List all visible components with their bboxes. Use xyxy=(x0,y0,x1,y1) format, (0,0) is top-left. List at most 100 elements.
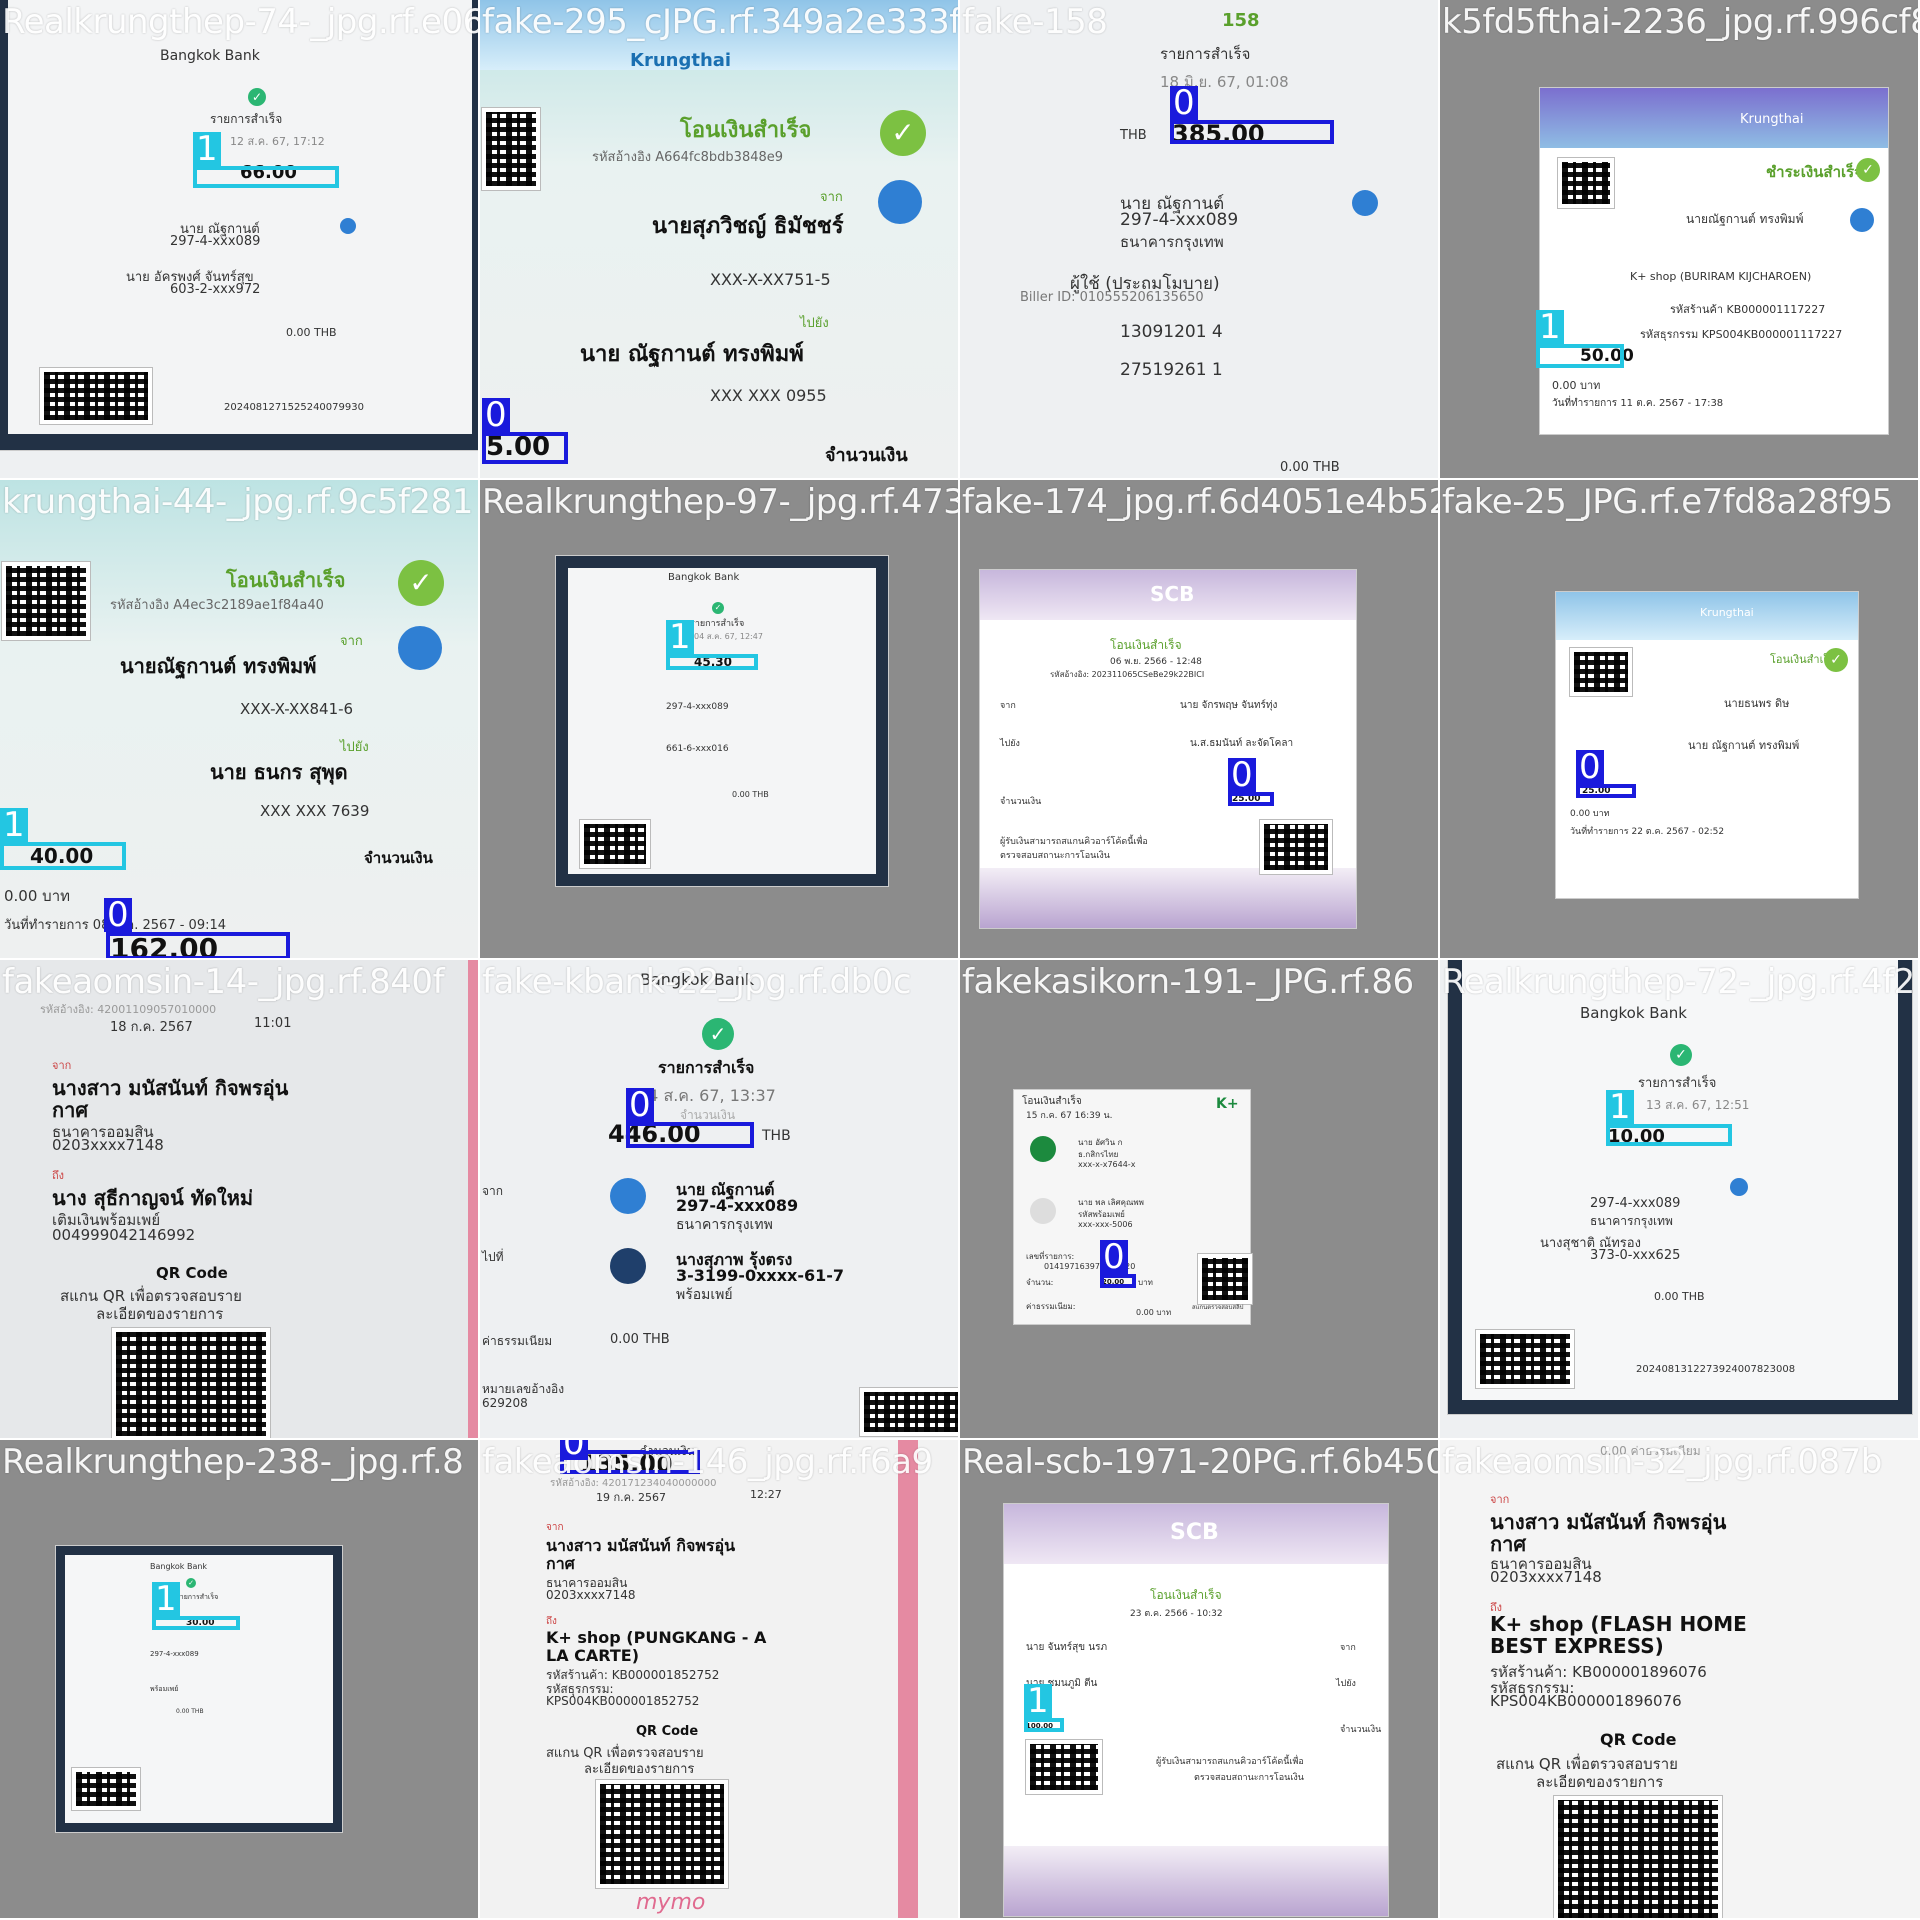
from-account: 0203xxxx7148 xyxy=(1490,1568,1602,1586)
fee-text: 0.00 THB xyxy=(732,790,769,799)
fee-text: 0.00 บาท xyxy=(4,887,70,905)
amount-unit: THB xyxy=(762,1128,791,1144)
to-label: ถึง xyxy=(546,1616,557,1627)
bank-icon xyxy=(610,1178,646,1214)
from-account: 297-4-xxx089 xyxy=(666,702,729,712)
from-account: 297-4-xxx089 xyxy=(676,1196,799,1215)
from-account: XXX-X-XX841-6 xyxy=(240,700,354,718)
detection-label-2: 0 xyxy=(104,898,132,932)
fee-label: ค่าธรรมเนียม: xyxy=(1026,1302,1076,1311)
check-icon: ✓ xyxy=(1824,648,1848,672)
detection-label: 1 xyxy=(193,132,221,166)
date-text: 04 ส.ค. 67, 12:47 xyxy=(694,632,763,641)
bank-name: Bangkok Bank xyxy=(1580,1004,1687,1022)
qr-code xyxy=(481,107,541,191)
ref-text: รหัสอ้างอิง A4ec3c2189ae1f84a40 xyxy=(110,598,324,613)
tile-12: Bangkok Bank ✓ รายการสำเร็จ 13 ส.ค. 67, … xyxy=(1440,960,1920,1440)
date-text: 23 ต.ค. 2566 - 10:32 xyxy=(1130,1609,1223,1619)
amount-unit: THB xyxy=(1120,128,1147,143)
ref-text: รหัสอ้างอิง: 202311065CSeBe29k22BICI xyxy=(1050,670,1205,679)
biller-id: Biller ID: 010555206135650 xyxy=(1020,290,1204,305)
tile-filename: Realkrungthep-74-_jpg.rf.e06 xyxy=(2,2,480,42)
detection-label: 0 xyxy=(482,398,510,432)
date-text: 13 ส.ค. 67, 12:51 xyxy=(1646,1098,1750,1112)
bank-name: Bangkok Bank xyxy=(668,572,740,583)
detection-label: 1 xyxy=(1606,1090,1634,1124)
bank-icon xyxy=(1352,190,1378,216)
to-account: 603-2-xxx972 xyxy=(170,282,261,297)
qr-code xyxy=(1569,647,1633,697)
fee-text: 0.00 บาท xyxy=(1570,809,1610,819)
detection-box xyxy=(482,432,568,464)
detection-label: 1 xyxy=(666,620,694,654)
to-label: ไปยัง xyxy=(1336,1679,1356,1689)
check-icon: ✓ xyxy=(398,560,444,606)
badge-text: 158 xyxy=(1222,10,1260,31)
date-text: 18 ก.ค. 2567 xyxy=(110,1020,193,1035)
tile-8: Krungthai โอนเงินสำเร็จ ✓ นายธนพร ดิษ นา… xyxy=(1440,480,1920,960)
detection-box xyxy=(1170,120,1334,144)
txn-id: KPS004KB000001896076 xyxy=(1490,1692,1682,1710)
from-name: นาย จักรพฤษ จันทร์ทุ่ง xyxy=(1180,700,1278,711)
check-icon: ✓ xyxy=(702,1018,734,1050)
from-label: จาก xyxy=(340,634,363,649)
from-name: นาย จันทร์สุข นรภ xyxy=(1026,1642,1108,1653)
detection-label: 1 xyxy=(1024,1684,1052,1718)
merchant-id: รหัสร้านค้า KB000001117227 xyxy=(1670,303,1826,316)
to-account: XXX XXX 0955 xyxy=(710,386,827,405)
note-line2: ตรวจสอบสถานะการโอนเงิน xyxy=(1000,851,1110,861)
qr-code xyxy=(1197,1253,1253,1305)
detection-label: 0 xyxy=(626,1088,654,1122)
fee-label: ค่าธรรมเนียม xyxy=(482,1334,553,1348)
check-icon: ✓ xyxy=(712,602,724,614)
tile-filename: fake-25_JPG.rf.e7fd8a28f95 xyxy=(1442,482,1893,522)
fee-text: 0.00 THB xyxy=(286,326,337,339)
ref-text: รหัสอ้างอิง A664fc8bdb3848e9 xyxy=(592,150,784,165)
amount-label: จำนวนเงิน xyxy=(1000,797,1042,807)
tile-1: Bangkok Bank ✓ รายการสำเร็จ 12 ส.ค. 67, … xyxy=(0,0,480,480)
tile-filename: Realkrungthep-97-_jpg.rf.473 xyxy=(482,482,960,522)
status-text: รายการสำเร็จ xyxy=(658,1058,755,1077)
tile-16: 0.00 ค่าธรรมเนียม จาก นางสาว มนัสนันท์ ก… xyxy=(1440,1440,1920,1920)
bank-name: Krungthai xyxy=(630,50,732,71)
tile-3: 158 รายการสำเร็จ 18 มิ.ย. 67, 01:08 385.… xyxy=(960,0,1440,480)
txn-id: KPS004KB000001852752 xyxy=(546,1694,700,1708)
detection-box xyxy=(193,166,339,188)
tile-7: SCB โอนเงินสำเร็จ 06 พ.ย. 2566 - 12:48 ร… xyxy=(960,480,1440,960)
check-icon: ✓ xyxy=(248,88,266,106)
bank-icon xyxy=(1850,208,1874,232)
tile-4: Krungthai ชำระเงินสำเร็จ ✓ นายณัฐกานต์ ท… xyxy=(1440,0,1920,480)
bank-name: Krungthai xyxy=(1740,112,1804,127)
qr-title: QR Code xyxy=(636,1724,699,1739)
tile-filename: k5fd5fthai-2236_jpg.rf.996cf8 xyxy=(1442,2,1920,42)
status-text: โอนเงินสำเร็จ xyxy=(1110,638,1182,652)
detection-label: 1 xyxy=(152,1582,180,1616)
fee-text: 0.00 THB xyxy=(176,1708,204,1715)
qr-code xyxy=(1,561,91,641)
merchant-name: K+ shop (BURIRAM KIJCHAROEN) xyxy=(1630,270,1812,283)
tile-filename: fake-158 xyxy=(962,2,1108,42)
date-text: วันที่ทำรายการ 22 ต.ค. 2567 - 02:52 xyxy=(1570,827,1725,837)
from-name: นายณัฐกานต์ ทรงพิมพ์ xyxy=(120,654,317,678)
tile-11: โอนเงินสำเร็จ 15 ก.ค. 67 16:39 น. K+ นาย… xyxy=(960,960,1440,1440)
tile-6: Bangkok Bank ✓ รายการสำเร็จ 04 ส.ค. 67, … xyxy=(480,480,960,960)
to-bank: พร้อมเพย์ xyxy=(676,1287,733,1303)
check-icon: ✓ xyxy=(1670,1044,1692,1066)
from-account: 0203xxxx7148 xyxy=(52,1136,164,1154)
qr-code xyxy=(39,367,153,425)
to-label: ไปยัง xyxy=(800,316,829,331)
time-text: 12:27 xyxy=(750,1488,782,1501)
time-text: 11:01 xyxy=(254,1016,292,1031)
ref-number: 2024081312273924007823008 xyxy=(1636,1364,1796,1375)
kplus-logo: K+ xyxy=(1216,1096,1239,1112)
fee-text: 0.00 THB xyxy=(1280,460,1340,475)
from-label: จาก xyxy=(1000,701,1016,711)
bank-name: Krungthai xyxy=(1700,606,1754,619)
qr-code xyxy=(1475,1329,1575,1389)
status-text: โอนเงินสำเร็จ xyxy=(226,568,346,592)
from-account: 297-4-xxx089 xyxy=(170,234,261,249)
to-name: นาย ธนกร สุพุด xyxy=(210,760,348,784)
from-bank: ธนาคารกรุงเทพ xyxy=(1120,233,1224,251)
qr-note: สแกนตรวจสอบสลิป xyxy=(1192,1304,1244,1311)
date-text: 12 ส.ค. 67, 17:12 xyxy=(230,135,325,148)
